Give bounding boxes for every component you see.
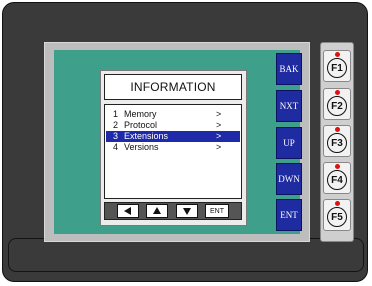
menu-item-number: 3 [113, 131, 119, 141]
f1-key[interactable]: F1 [323, 50, 351, 82]
f4-key[interactable]: F4 [323, 162, 351, 194]
next-button[interactable]: NXT [276, 90, 302, 122]
menu-item-label: Memory [124, 109, 157, 119]
f2-key-label: F2 [327, 96, 347, 116]
down-arrow-icon [183, 208, 191, 215]
menu-item-label: Versions [124, 142, 159, 152]
chevron-right-icon: > [216, 131, 222, 141]
menu-item-number: 4 [113, 142, 119, 152]
f2-key[interactable]: F2 [323, 88, 351, 120]
bottom-panel-slot [8, 238, 364, 272]
side-up-button[interactable]: UP [276, 127, 302, 159]
led-indicator [335, 52, 340, 57]
f5-key[interactable]: F5 [323, 199, 351, 231]
menu-item-extensions[interactable]: 3 Extensions > [106, 131, 240, 142]
back-button[interactable]: BAK [276, 53, 302, 85]
chevron-right-icon: > [216, 120, 222, 130]
f3-key-label: F3 [327, 133, 347, 153]
menu-item-label: Protocol [124, 120, 158, 130]
chevron-right-icon: > [216, 142, 222, 152]
side-down-button[interactable]: DWN [276, 163, 302, 195]
left-button[interactable] [117, 204, 139, 218]
menu-item-number: 1 [113, 109, 119, 119]
menu-item-versions[interactable]: 4 Versions > [106, 142, 240, 153]
down-button[interactable] [176, 204, 198, 218]
up-arrow-icon [153, 207, 161, 214]
enter-button[interactable]: ENT [205, 204, 229, 218]
f3-key[interactable]: F3 [323, 125, 351, 157]
menu-item-memory[interactable]: 1 Memory > [106, 109, 240, 120]
menu-item-number: 2 [113, 120, 119, 130]
menu-item-protocol[interactable]: 2 Protocol > [106, 120, 240, 131]
chevron-right-icon: > [216, 109, 222, 119]
led-indicator [335, 90, 340, 95]
f5-key-label: F5 [327, 207, 347, 227]
led-indicator [335, 127, 340, 132]
led-indicator [335, 164, 340, 169]
up-button[interactable] [146, 204, 168, 218]
led-indicator [335, 201, 340, 206]
menu-list: 1 Memory > 2 Protocol > 3 Extensions > 4… [104, 104, 242, 199]
f4-key-label: F4 [327, 170, 347, 190]
f1-key-label: F1 [327, 58, 347, 78]
side-enter-button[interactable]: ENT [276, 199, 302, 231]
left-arrow-icon [124, 207, 131, 215]
menu-item-label: Extensions [124, 131, 169, 141]
dialog-title: INFORMATION [104, 74, 242, 100]
